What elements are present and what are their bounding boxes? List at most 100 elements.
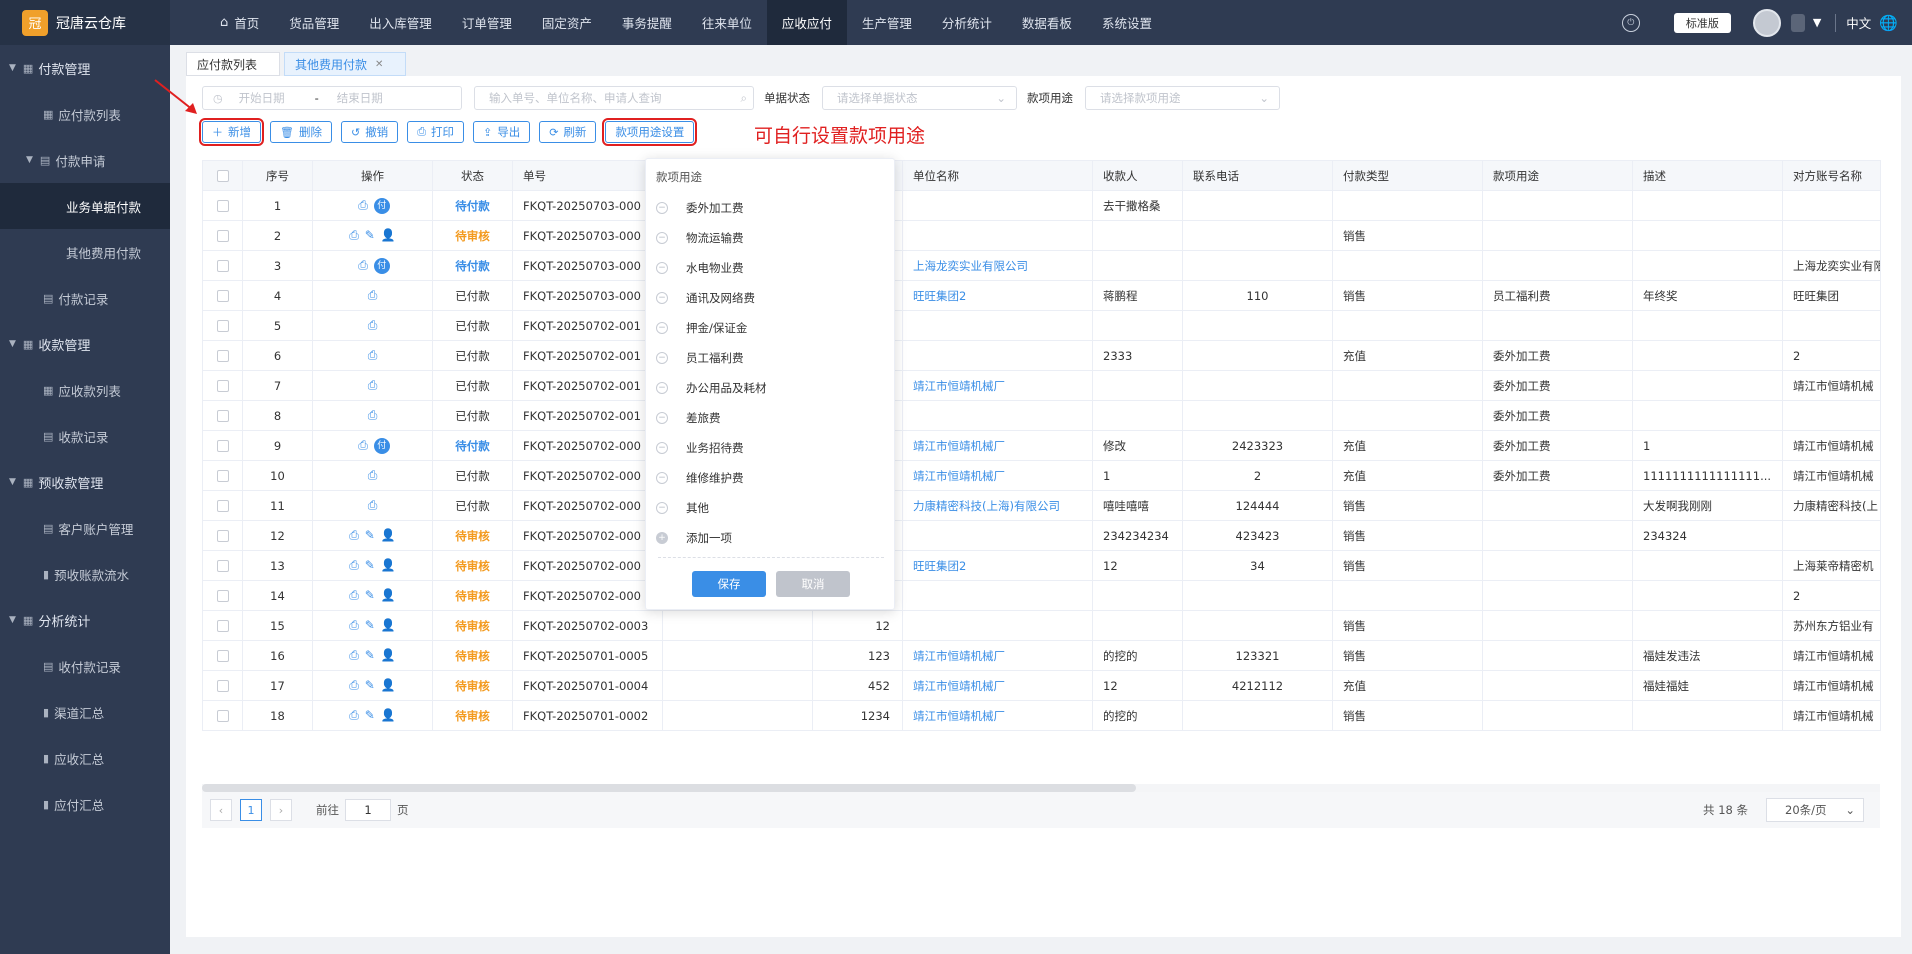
tab[interactable]: 应付款列表 — [186, 52, 281, 76]
topnav-item[interactable]: 出入库管理 — [354, 0, 447, 45]
sidebar-item[interactable]: ▮ 应付汇总 — [0, 781, 170, 827]
globe-icon[interactable]: 🌐 — [1879, 14, 1898, 32]
search-icon[interactable]: ⌕ — [741, 91, 747, 106]
scrollbar-thumb[interactable] — [202, 784, 1136, 792]
table-row[interactable]: 3 ⎙ 付待付款 FKQT-20250703-000 上海龙奕实业有限公司 上海龙奕实业有… — [202, 250, 1881, 281]
edit-icon[interactable]: ✎ — [365, 708, 375, 722]
sidebar-group[interactable]: ▼ ▦ 预收款管理 — [0, 459, 170, 505]
unit-name[interactable]: 旺旺集团2 — [902, 550, 1093, 581]
row-checkbox[interactable] — [216, 410, 229, 422]
topnav-item[interactable]: 数据看板 — [1007, 0, 1087, 45]
printer-icon[interactable]: ⎙ — [349, 618, 359, 632]
edit-icon[interactable]: ✎ — [365, 228, 375, 242]
printer-icon[interactable]: ⎙ — [349, 708, 359, 722]
order-number[interactable]: FKQT-20250702-0003 — [512, 610, 663, 641]
order-number[interactable]: FKQT-20250702-001 — [512, 310, 663, 341]
user-icon[interactable]: 👤 — [381, 618, 396, 632]
prev-page-button[interactable]: ‹ — [210, 799, 232, 821]
pay-icon[interactable]: 付 — [373, 257, 390, 274]
export-button[interactable]: ⇪ 导出 — [473, 121, 531, 143]
table-row[interactable]: 10 ⎙ 已付款 FKQT-20250702-000 靖江市恒靖机械厂 1 2 充值 委外加工费… — [202, 460, 1881, 491]
unit-name[interactable] — [902, 610, 1093, 641]
remove-icon[interactable]: − — [656, 352, 668, 364]
sidebar-item[interactable]: ▮ 渠道汇总 — [0, 689, 170, 735]
sidebar-item[interactable]: ▤ 客户账户管理 — [0, 505, 170, 551]
close-icon[interactable]: ✕ — [375, 59, 383, 70]
unit-name[interactable] — [902, 520, 1093, 551]
order-number[interactable]: FKQT-20250702-000 — [512, 580, 663, 611]
remove-icon[interactable]: − — [656, 262, 668, 274]
order-number[interactable]: FKQT-20250702-000 — [512, 430, 663, 461]
table-row[interactable]: 13 ⎙ ✎ 👤 待审核 FKQT-20250702-000 旺旺集团2 12 34 销售 上海莱帝… — [202, 550, 1881, 581]
topnav-item[interactable]: 订单管理 — [447, 0, 527, 45]
avatar[interactable] — [1752, 8, 1781, 37]
order-number[interactable]: FKQT-20250702-001 — [512, 340, 663, 371]
unit-name[interactable] — [902, 310, 1093, 341]
order-number[interactable]: FKQT-20250702-000 — [512, 460, 663, 491]
printer-icon[interactable]: ⎙ — [358, 438, 368, 452]
row-checkbox[interactable] — [216, 470, 229, 482]
language-switch[interactable]: 中文 — [1846, 13, 1871, 32]
unit-name[interactable]: 靖江市恒靖机械厂 — [902, 670, 1093, 701]
sidebar-group[interactable]: ▼ ▦ 付款管理 — [0, 45, 170, 91]
save-button[interactable]: 保存 — [692, 571, 766, 597]
row-checkbox[interactable] — [216, 500, 229, 512]
order-number[interactable]: FKQT-20250703-000 — [512, 220, 663, 251]
user-icon[interactable]: 👤 — [381, 558, 396, 572]
printer-icon[interactable]: ⎙ — [349, 558, 359, 572]
row-checkbox[interactable] — [216, 680, 229, 692]
unit-name[interactable]: 上海龙奕实业有限公司 — [902, 250, 1093, 281]
app-logo[interactable]: 冠 冠唐云仓库 — [0, 0, 170, 45]
sidebar-item[interactable]: ▦ 应付款列表 — [0, 91, 170, 137]
add-button[interactable]: ＋ 新增 — [199, 118, 264, 146]
order-number[interactable]: FKQT-20250702-000 — [512, 550, 663, 581]
user-icon[interactable]: 👤 — [381, 708, 396, 722]
table-row[interactable]: 9 ⎙ 付待付款 FKQT-20250702-000 靖江市恒靖机械厂 修改 2423323… — [202, 430, 1881, 461]
row-checkbox[interactable] — [216, 440, 229, 452]
unit-name[interactable] — [902, 580, 1093, 611]
unit-name[interactable]: 靖江市恒靖机械厂 — [902, 700, 1093, 731]
printer-icon[interactable]: ⎙ — [349, 648, 359, 662]
remove-icon[interactable]: − — [656, 502, 668, 514]
edit-icon[interactable]: ✎ — [365, 528, 375, 542]
pay-icon[interactable]: 付 — [373, 197, 390, 214]
page-number[interactable]: 1 — [240, 799, 262, 821]
edit-icon[interactable]: ✎ — [365, 618, 375, 632]
topnav-item[interactable]: ⌂ 首页 — [205, 0, 274, 45]
page-size-select[interactable]: 20条/页 ⌄ — [1766, 798, 1864, 822]
remove-icon[interactable]: − — [656, 232, 668, 244]
start-date-input[interactable]: 开始日期 — [239, 90, 285, 106]
table-row[interactable]: 1 ⎙ 付待付款 FKQT-20250703-000 去干撒格桑 — [202, 190, 1881, 221]
unit-name[interactable] — [902, 340, 1093, 371]
table-row[interactable]: 8 ⎙ 已付款 FKQT-20250702-001 委外加工费 — [202, 400, 1881, 431]
topnav-item[interactable]: 固定资产 — [527, 0, 607, 45]
remove-icon[interactable]: − — [656, 382, 668, 394]
edition-badge[interactable]: 标准版 — [1673, 12, 1731, 33]
end-date-input[interactable]: 结束日期 — [337, 90, 383, 106]
sidebar-group[interactable]: ▼ ▦ 分析统计 — [0, 597, 170, 643]
remove-icon[interactable]: − — [656, 472, 668, 484]
order-number[interactable]: FKQT-20250702-000 — [512, 490, 663, 521]
order-number[interactable]: FKQT-20250701-0005 — [512, 640, 663, 671]
purpose-select[interactable]: 请选择款项用途 ⌄ — [1085, 86, 1280, 110]
topnav-item[interactable]: 货品管理 — [274, 0, 354, 45]
remove-icon[interactable]: − — [656, 442, 668, 454]
unit-name[interactable]: 靖江市恒靖机械厂 — [902, 460, 1093, 491]
table-row[interactable]: 12 ⎙ ✎ 👤 待审核 FKQT-20250702-000 234234234 423423… — [202, 520, 1881, 551]
search-input[interactable]: 输入单号、单位名称、申请人查询 ⌕ — [474, 86, 754, 110]
table-row[interactable]: 2 ⎙ ✎ 👤 待审核 FKQT-20250703-000 销售 — [202, 220, 1881, 251]
next-page-button[interactable]: › — [270, 799, 292, 821]
unit-name[interactable]: 力康精密科技(上海)有限公司 — [902, 490, 1093, 521]
chevron-down-icon[interactable]: ▼ — [1813, 16, 1821, 29]
sidebar-item[interactable]: ▮ 应收汇总 — [0, 735, 170, 781]
remove-icon[interactable]: − — [656, 322, 668, 334]
printer-icon[interactable]: ⎙ — [349, 528, 359, 542]
topnav-item[interactable]: 系统设置 — [1087, 0, 1167, 45]
table-row[interactable]: 18 ⎙ ✎ 👤 待审核 FKQT-20250701-0002 1234 靖江市恒靖机械厂 的挖… — [202, 700, 1881, 731]
order-number[interactable]: FKQT-20250701-0002 — [512, 700, 663, 731]
printer-icon[interactable]: ⎙ — [368, 318, 378, 332]
order-number[interactable]: FKQT-20250702-001 — [512, 400, 663, 431]
unit-name[interactable]: 靖江市恒靖机械厂 — [902, 370, 1093, 401]
sidebar-item[interactable]: 其他费用付款 — [0, 229, 170, 275]
order-number[interactable]: FKQT-20250701-0004 — [512, 670, 663, 701]
